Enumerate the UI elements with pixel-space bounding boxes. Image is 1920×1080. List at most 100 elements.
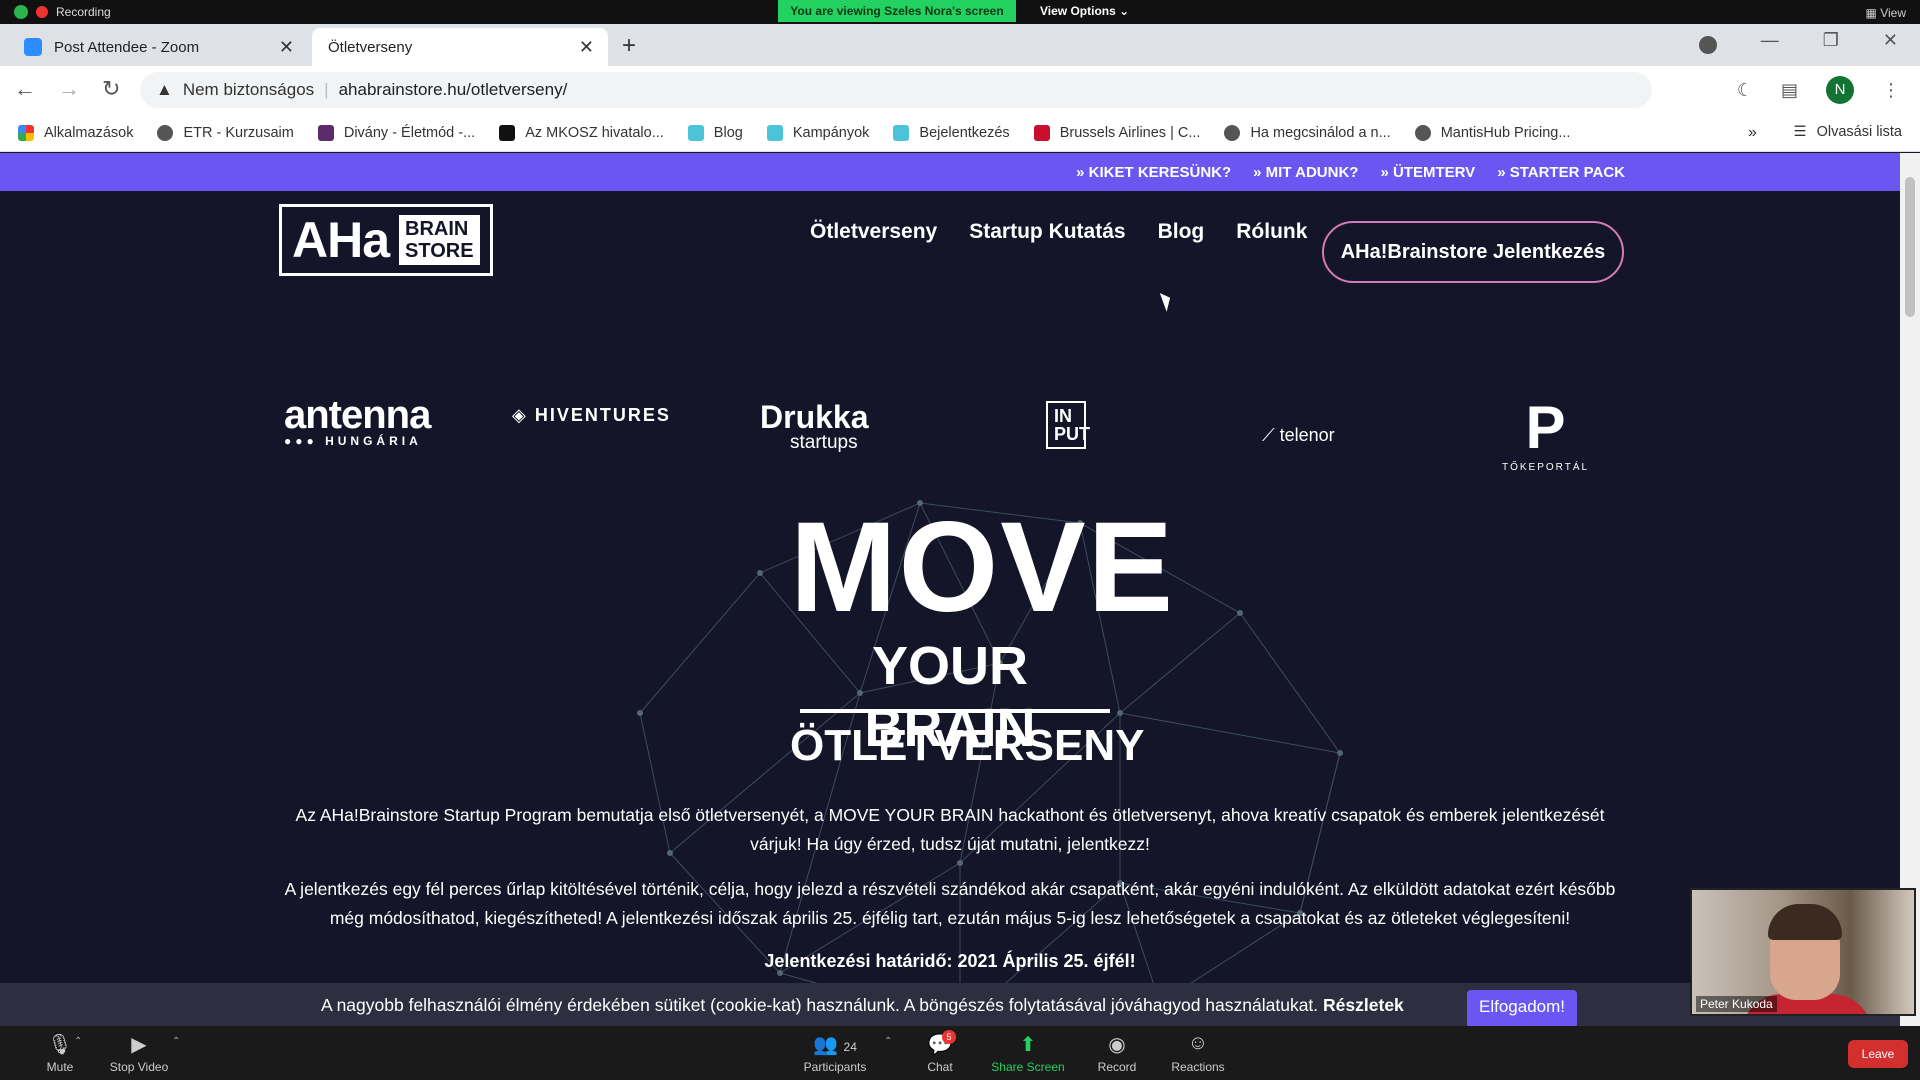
menu-dots-icon[interactable]: ⋮	[1882, 80, 1900, 101]
tab-title: Ötletverseny	[328, 38, 413, 56]
share-screen-icon: ⬆	[1019, 1034, 1037, 1056]
pdf-extension-icon[interactable]: ▤	[1781, 80, 1798, 101]
tokeportal-logo[interactable]: P TŐKEPORTÁL	[1502, 393, 1589, 473]
hero-title-otletverseny: ÖTLETVERSENY	[790, 721, 1145, 770]
tab-search-icon[interactable]	[1698, 36, 1717, 54]
record-button[interactable]: ◉ Record	[1092, 1032, 1142, 1074]
tab-zoom[interactable]: Post Attendee - Zoom ✕	[8, 28, 308, 66]
nav-startup-kutatas[interactable]: Startup Kutatás	[969, 220, 1125, 244]
bookmarks-bar: Alkalmazások ETR - Kurzusaim Divány - Él…	[0, 114, 1920, 152]
cookie-text: A nagyobb felhasználói élmény érdekében …	[321, 995, 1319, 1015]
bookmark-item[interactable]: Alkalmazások	[18, 124, 133, 141]
restore-icon[interactable]: ❐	[1823, 30, 1839, 54]
deadline-text: Jelentkezési határidő: 2021 Április 25. …	[764, 951, 1136, 971]
bookmark-item[interactable]: Ha megcsinálod a n...	[1224, 124, 1391, 141]
bookmark-item[interactable]: Kampányok	[766, 124, 869, 141]
hero-title-move: MOVE	[790, 496, 1175, 639]
scroll-thumb[interactable]	[1905, 177, 1915, 317]
participants-options-caret[interactable]: ⌃	[884, 1036, 892, 1047]
audio-options-caret[interactable]: ⌃	[74, 1036, 82, 1047]
link-utemterv[interactable]: » ÜTEMTERV	[1380, 164, 1475, 181]
url-text[interactable]: ahabrainstore.hu/otletverseny/	[339, 80, 568, 100]
zoom-top-strip: Recording You are viewing Szeles Nora's …	[0, 0, 1920, 24]
view-button[interactable]: ▦ View	[1866, 6, 1906, 20]
minimize-icon[interactable]: —	[1761, 30, 1779, 54]
forward-icon[interactable]: →	[58, 76, 80, 102]
zoom-favicon-icon	[24, 38, 42, 56]
mkosz-icon	[499, 124, 516, 141]
site-logo[interactable]: AHa BRAIN STORE	[279, 204, 493, 276]
recording-indicator: Recording	[14, 5, 111, 19]
zoom-toolbar: 🎙 Mute ⌃ ▶ Stop Video ⌃ 👥 24 Participant…	[0, 1026, 1920, 1080]
participants-icon: 👥 24	[813, 1034, 857, 1056]
reload-icon[interactable]: ↻	[102, 76, 120, 102]
security-label: Nem biztonságos	[182, 80, 315, 99]
bookmark-item[interactable]: Brussels Airlines | C...	[1033, 124, 1200, 141]
more-bookmarks-icon[interactable]: »	[1748, 124, 1757, 142]
new-tab-icon[interactable]: +	[622, 32, 636, 60]
mantishub-icon	[1414, 124, 1431, 141]
blog-icon	[687, 124, 704, 141]
website-viewport: » KIKET KERESÜNK? » MIT ADUNK? » ÜTEMTER…	[0, 153, 1900, 1026]
reactions-icon: ☺	[1187, 1032, 1209, 1054]
omnibox[interactable]: ▲ Nem biztonságos | ahabrainstore.hu/otl…	[140, 72, 1652, 108]
warning-icon: ▲	[156, 80, 173, 99]
extension-icon[interactable]: ☾	[1737, 80, 1753, 101]
shield-icon	[14, 5, 28, 19]
window-controls: — ❐ ✕	[1698, 30, 1920, 54]
chat-button[interactable]: 💬 5 Chat	[920, 1030, 960, 1074]
bookmark-item[interactable]: Bejelentkezés	[893, 124, 1010, 141]
nav-otletverseny[interactable]: Ötletverseny	[810, 220, 937, 244]
brussels-airlines-icon	[1033, 124, 1050, 141]
link-mit-adunk[interactable]: » MIT ADUNK?	[1253, 164, 1358, 181]
intro-paragraph: Az AHa!Brainstore Startup Program bemuta…	[295, 805, 1605, 854]
globe-icon	[157, 124, 174, 141]
tab-otletverseny[interactable]: Ötletverseny ✕	[312, 28, 608, 66]
reading-list-icon: ☰	[1793, 124, 1807, 140]
reading-list-button[interactable]: ☰ Olvasási lista	[1794, 124, 1902, 140]
apply-button[interactable]: AHa!Brainstore Jelentkezés	[1322, 221, 1624, 283]
main-nav: Ötletverseny Startup Kutatás Blog Rólunk	[810, 220, 1307, 244]
antenna-hungaria-logo[interactable]: antenna ●●● HUNGÁRIA	[284, 393, 431, 448]
record-dot-icon	[36, 6, 48, 18]
nav-rolunk[interactable]: Rólunk	[1236, 220, 1307, 244]
chat-badge: 5	[942, 1030, 956, 1044]
browser-tab-bar: Post Attendee - Zoom ✕ Ötletverseny ✕ + …	[0, 24, 1920, 66]
globe-icon	[1224, 124, 1241, 141]
stop-video-button[interactable]: ▶ Stop Video	[104, 1032, 174, 1074]
close-tab-icon[interactable]: ✕	[279, 37, 294, 58]
viewing-banner: You are viewing Szeles Nora's screen	[778, 0, 1016, 22]
bookmark-item[interactable]: Blog	[687, 124, 743, 141]
login-icon	[893, 124, 910, 141]
share-screen-button[interactable]: ⬆ Share Screen	[988, 1032, 1068, 1074]
nav-blog[interactable]: Blog	[1158, 220, 1205, 244]
divany-icon	[317, 124, 334, 141]
video-options-caret[interactable]: ⌃	[172, 1036, 180, 1047]
back-icon[interactable]: ←	[14, 76, 36, 102]
cookie-banner: A nagyobb felhasználói élmény érdekében …	[0, 983, 1900, 1026]
participants-button[interactable]: 👥 24 Participants	[800, 1032, 870, 1074]
bookmark-item[interactable]: ETR - Kurzusaim	[157, 124, 294, 141]
leave-button[interactable]: Leave	[1848, 1040, 1908, 1068]
link-kiket-keresunk[interactable]: » KIKET KERESÜNK?	[1076, 164, 1231, 181]
bookmark-item[interactable]: Az MKOSZ hivatalo...	[499, 124, 664, 141]
recording-label: Recording	[56, 5, 111, 19]
video-camera-icon: ▶	[131, 1034, 147, 1056]
cookie-accept-button[interactable]: Elfogadom!	[1467, 990, 1577, 1026]
close-tab-icon[interactable]: ✕	[579, 37, 594, 58]
hero-divider	[800, 709, 1110, 713]
address-bar-row: ← → ↻ ▲ Nem biztonságos | ahabrainstore.…	[0, 66, 1920, 114]
cookie-details-link[interactable]: Részletek	[1323, 995, 1404, 1015]
participant-video-tile[interactable]: Peter Kukoda	[1690, 888, 1916, 1016]
tab-title: Post Attendee - Zoom	[54, 38, 200, 56]
apps-grid-icon	[18, 124, 34, 141]
link-starter-pack[interactable]: » STARTER PACK	[1497, 164, 1625, 181]
bookmark-item[interactable]: MantisHub Pricing...	[1414, 124, 1570, 141]
details-paragraph: A jelentkezés egy fél perces űrlap kitöl…	[284, 879, 1616, 928]
close-window-icon[interactable]: ✕	[1883, 30, 1898, 54]
bookmark-item[interactable]: Divány - Életmód -...	[317, 124, 475, 141]
profile-avatar[interactable]: N	[1826, 76, 1854, 104]
kampanyok-icon	[766, 124, 783, 141]
reactions-button[interactable]: ☺ Reactions	[1168, 1032, 1228, 1074]
view-options-button[interactable]: View Options ⌄	[1040, 4, 1129, 18]
